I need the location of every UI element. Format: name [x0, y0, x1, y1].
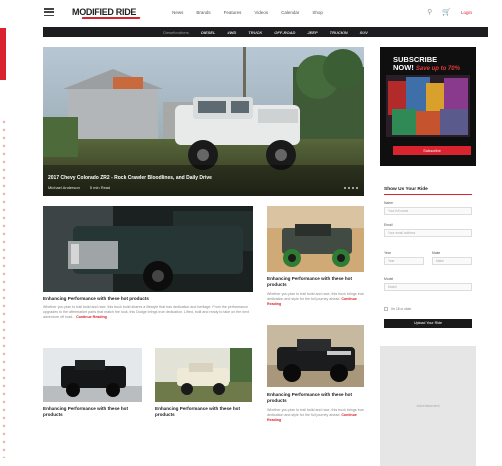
brand-link[interactable]: TRUCK [248, 30, 262, 35]
age-checkbox-row[interactable]: I'm 18 or older [384, 307, 411, 311]
menu-icon[interactable] [44, 8, 54, 16]
brand-bar: Dieselbrothers DIESEL 4WD TRUCK OFF-ROAD… [43, 27, 488, 37]
article-excerpt: Whether you plan to trail build and race… [267, 292, 364, 307]
title-underline [384, 194, 472, 195]
truck-photo [267, 206, 364, 272]
subscribe-title-line2: NOW! [393, 62, 414, 72]
nav-item-shop[interactable]: Shop [312, 10, 323, 15]
subscribe-heading: SUBSCRIBE NOW! Save up to 70% [393, 56, 460, 72]
article-image[interactable] [43, 348, 142, 402]
article-image[interactable] [267, 206, 364, 272]
hero-image [43, 47, 364, 196]
article-title[interactable]: Enhancing Performance with these hot pro… [267, 276, 364, 287]
slider-dot[interactable] [352, 187, 354, 189]
subscribe-accent: Save up to 70% [415, 65, 460, 72]
field-label: Year [384, 251, 391, 255]
search-icon[interactable]: ⚲ [427, 8, 432, 16]
brand-link[interactable]: TRUCKIN [330, 30, 348, 35]
page: MODIFIED RIDE News Brands Features Video… [0, 0, 502, 466]
ad-slot[interactable]: Advertisement [380, 346, 476, 466]
hero-caption: 2017 Chevy Colorado ZR2 - Rock Crawler B… [48, 175, 359, 190]
nav-item-calendar[interactable]: Calendar [281, 10, 299, 15]
nav-item-videos[interactable]: Videos [254, 10, 268, 15]
article-excerpt: Whether you plan to trail build and race… [43, 305, 253, 320]
nav-item-features[interactable]: Features [224, 10, 242, 15]
email-field[interactable]: Your email address [384, 229, 472, 237]
slider-dot[interactable] [344, 187, 346, 189]
article-image[interactable] [155, 348, 252, 402]
truck-photo [43, 206, 253, 292]
hero-meta: Michael Anderson 5 min Read [48, 185, 359, 190]
slider-dot[interactable] [348, 187, 350, 189]
hero-title[interactable]: 2017 Chevy Colorado ZR2 - Rock Crawler B… [48, 175, 359, 181]
brand-link[interactable]: 4WD [227, 30, 236, 35]
cart-icon[interactable]: 🛒 [442, 8, 451, 16]
site-header: MODIFIED RIDE News Brands Features Video… [38, 0, 486, 24]
field-label: Email [384, 223, 393, 227]
submission-form: Show Us Your Ride Name Your full name Em… [380, 183, 476, 331]
article-image[interactable] [43, 206, 253, 292]
model-field[interactable]: Model [384, 283, 472, 291]
excerpt-text: Whether you plan to trail build and race… [43, 305, 249, 320]
nav-item-news[interactable]: News [172, 10, 183, 15]
upload-button[interactable]: Upload Your Ride [384, 319, 472, 328]
brand-link[interactable]: Dieselbrothers [163, 30, 189, 35]
hero-slider[interactable]: 2017 Chevy Colorado ZR2 - Rock Crawler B… [43, 47, 364, 196]
feedback-tab[interactable] [0, 28, 6, 80]
header-actions: ⚲ 🛒 Login [427, 8, 472, 16]
truck-photo [267, 325, 364, 387]
decorative-dots [2, 118, 6, 458]
article-title[interactable]: Enhancing Performance with these hot pro… [43, 406, 142, 417]
truck-photo [43, 348, 142, 402]
slider-dots [344, 187, 358, 189]
main-nav: News Brands Features Videos Calendar Sho… [172, 10, 323, 15]
account-link[interactable]: Login [461, 10, 472, 15]
brand-link[interactable]: SUV [360, 30, 368, 35]
brand-link[interactable]: OFF-ROAD [274, 30, 295, 35]
field-label: Make [432, 251, 441, 255]
read-more-link[interactable]: Continue Reading [76, 315, 107, 319]
name-field[interactable]: Your full name [384, 207, 472, 215]
article-title[interactable]: Enhancing Performance with these hot pro… [155, 406, 252, 417]
year-field[interactable]: Year [384, 257, 424, 265]
magazine-covers-image [386, 75, 470, 137]
site-logo[interactable]: MODIFIED RIDE [72, 7, 136, 17]
magazine-covers [386, 75, 470, 137]
brand-link[interactable]: JEEP [307, 30, 317, 35]
truck-photo [155, 348, 252, 402]
make-field[interactable]: Make [432, 257, 472, 265]
slider-dot[interactable] [356, 187, 358, 189]
form-title: Show Us Your Ride [384, 187, 428, 192]
nav-item-brands[interactable]: Brands [196, 10, 210, 15]
age-checkbox[interactable] [384, 307, 388, 311]
author-name[interactable]: Michael Anderson [48, 185, 80, 190]
article-title[interactable]: Enhancing Performance with these hot pro… [267, 392, 364, 403]
field-label: Name [384, 201, 394, 205]
article-title[interactable]: Enhancing Performance with these hot pro… [43, 296, 253, 302]
ad-label: Advertisement [416, 404, 440, 408]
article-excerpt: Whether you plan to trail build and race… [267, 408, 364, 423]
field-label: Model [384, 277, 394, 281]
subscribe-button[interactable]: Subscribe [393, 146, 471, 155]
read-time: 5 min Read [89, 185, 111, 190]
brand-link[interactable]: DIESEL [201, 30, 215, 35]
article-image[interactable] [267, 325, 364, 387]
checkbox-label: I'm 18 or older [391, 307, 412, 311]
